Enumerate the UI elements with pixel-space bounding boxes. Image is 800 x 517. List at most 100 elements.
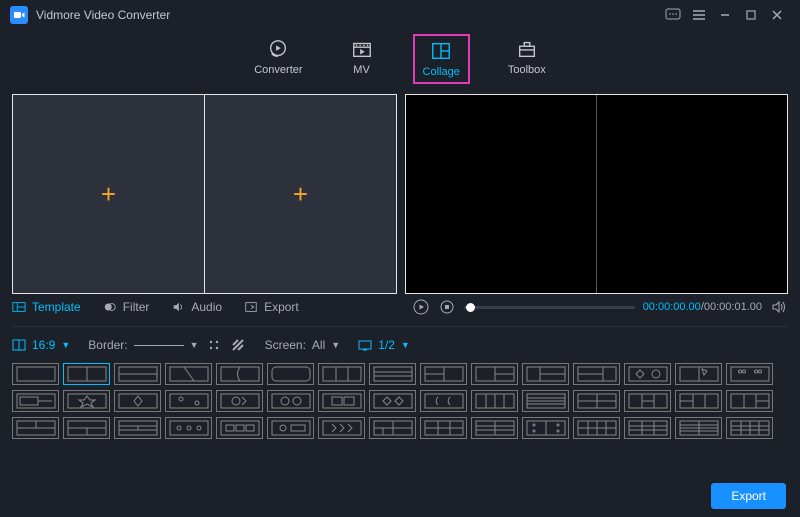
footer: Export	[711, 483, 786, 509]
layout-thumb[interactable]	[471, 390, 518, 412]
close-button[interactable]	[764, 4, 790, 26]
stop-button[interactable]	[438, 298, 456, 316]
subtab-filter[interactable]: Filter	[103, 300, 150, 314]
screen-select[interactable]: All ▼	[312, 338, 340, 352]
seek-bar[interactable]	[464, 306, 635, 309]
screen-label: Screen:	[265, 338, 306, 352]
pattern-button[interactable]	[229, 337, 247, 353]
layout-thumb[interactable]	[675, 417, 722, 439]
layout-thumb[interactable]	[420, 417, 467, 439]
subtab-label: Filter	[123, 300, 150, 314]
chevron-down-icon: ▼	[331, 340, 340, 350]
time-display: 00:00:00.00/00:00:01.00	[643, 301, 762, 313]
minimize-button[interactable]	[712, 4, 738, 26]
maximize-button[interactable]	[738, 4, 764, 26]
layout-thumb[interactable]	[216, 417, 263, 439]
layout-thumb[interactable]	[624, 363, 671, 385]
layout-thumb[interactable]	[522, 417, 569, 439]
subtab-template[interactable]: Template	[12, 300, 81, 314]
layout-thumb[interactable]	[267, 390, 314, 412]
border-label: Border:	[88, 338, 127, 352]
workspace: + +	[0, 94, 800, 294]
tab-converter[interactable]: Converter	[246, 34, 310, 84]
tab-label: MV	[353, 64, 370, 76]
layout-thumb[interactable]	[216, 363, 263, 385]
layout-thumb[interactable]	[318, 390, 365, 412]
layout-thumb[interactable]	[63, 417, 110, 439]
layout-thumb[interactable]	[522, 363, 569, 385]
tab-mv[interactable]: MV	[341, 34, 383, 84]
layout-thumb[interactable]	[624, 390, 671, 412]
border-style-select[interactable]: ▼	[134, 340, 199, 350]
player-bar: 00:00:00.00/00:00:01.00	[400, 294, 800, 316]
menu-icon[interactable]	[686, 4, 712, 26]
template-grid	[0, 357, 800, 441]
layout-thumb[interactable]	[369, 363, 416, 385]
layout-thumb[interactable]	[471, 417, 518, 439]
add-icon: +	[293, 179, 308, 210]
layout-thumb[interactable]	[522, 390, 569, 412]
subtab-export[interactable]: Export	[244, 300, 299, 314]
layout-thumb[interactable]	[12, 363, 59, 385]
layout-thumb[interactable]	[114, 417, 161, 439]
aspect-ratio-select[interactable]: 16:9 ▼	[12, 338, 70, 352]
app-title: Vidmore Video Converter	[36, 8, 170, 22]
subtab-audio[interactable]: Audio	[171, 300, 222, 314]
tab-label: Converter	[254, 64, 302, 76]
screen-count-select[interactable]: 1/2 ▼	[358, 338, 410, 352]
layout-thumb[interactable]	[165, 363, 212, 385]
tab-toolbox[interactable]: Toolbox	[500, 34, 554, 84]
divider	[12, 326, 788, 327]
tab-collage[interactable]: Collage	[413, 34, 470, 84]
layout-thumb[interactable]	[624, 417, 671, 439]
layout-thumb[interactable]	[12, 390, 59, 412]
titlebar: Vidmore Video Converter	[0, 0, 800, 30]
layout-thumb[interactable]	[675, 390, 722, 412]
layout-thumb[interactable]	[12, 417, 59, 439]
layout-thumb[interactable]	[573, 417, 620, 439]
layout-thumb[interactable]	[114, 363, 161, 385]
layout-thumb[interactable]	[63, 363, 110, 385]
feedback-icon[interactable]	[660, 4, 686, 26]
layout-thumb[interactable]	[369, 417, 416, 439]
layout-thumb[interactable]	[216, 390, 263, 412]
sub-tabs: Template Filter Audio Export	[0, 294, 400, 320]
layout-thumb[interactable]	[318, 417, 365, 439]
main-tabs: Converter MV Collage Toolbox	[0, 30, 800, 94]
collage-cell-2[interactable]: +	[205, 95, 396, 293]
layout-thumb[interactable]	[471, 363, 518, 385]
collage-edit-panel: + +	[12, 94, 397, 294]
layout-thumb[interactable]	[267, 417, 314, 439]
volume-button[interactable]	[770, 298, 788, 316]
layout-thumb[interactable]	[420, 390, 467, 412]
chevron-down-icon: ▼	[190, 340, 199, 350]
export-button[interactable]: Export	[711, 483, 786, 509]
layout-thumb[interactable]	[63, 390, 110, 412]
subtab-label: Audio	[191, 300, 222, 314]
layout-thumb[interactable]	[726, 363, 773, 385]
border-option: Border: ▼	[88, 337, 246, 353]
chevron-down-icon: ▼	[401, 340, 410, 350]
layout-thumb[interactable]	[726, 417, 773, 439]
collage-cell-1[interactable]: +	[13, 95, 205, 293]
tab-label: Collage	[423, 66, 460, 78]
layout-thumb[interactable]	[420, 363, 467, 385]
add-icon: +	[101, 179, 116, 210]
chevron-down-icon: ▼	[61, 340, 70, 350]
play-button[interactable]	[412, 298, 430, 316]
app-logo-icon	[10, 6, 28, 24]
subtab-label: Template	[32, 300, 81, 314]
seek-handle[interactable]	[466, 303, 475, 312]
layout-thumb[interactable]	[318, 363, 365, 385]
color-picker-button[interactable]	[205, 337, 223, 353]
layout-thumb[interactable]	[267, 363, 314, 385]
layout-thumb[interactable]	[675, 363, 722, 385]
layout-thumb[interactable]	[114, 390, 161, 412]
layout-thumb[interactable]	[369, 390, 416, 412]
layout-thumb[interactable]	[165, 390, 212, 412]
layout-thumb[interactable]	[573, 363, 620, 385]
layout-thumb[interactable]	[573, 390, 620, 412]
options-bar: 16:9 ▼ Border: ▼ Screen: All ▼ 1/2 ▼	[0, 333, 800, 357]
layout-thumb[interactable]	[165, 417, 212, 439]
layout-thumb[interactable]	[726, 390, 773, 412]
